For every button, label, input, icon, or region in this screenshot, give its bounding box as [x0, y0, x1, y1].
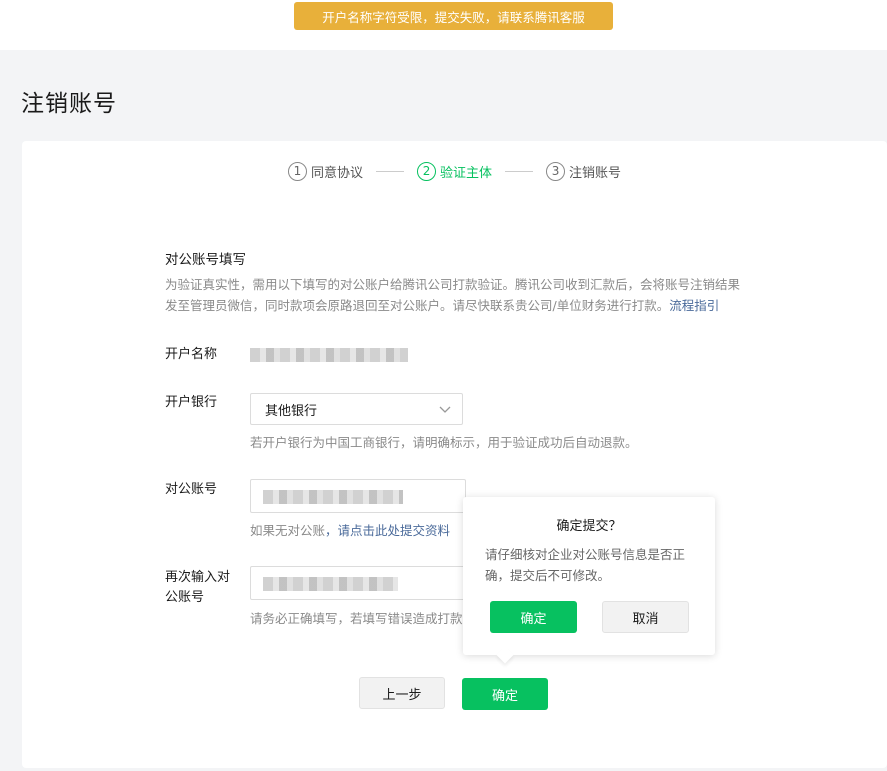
step-label: 验证主体: [440, 165, 493, 181]
account-number-label: 对公账号: [165, 482, 218, 497]
submit-materials-link[interactable]: ，请点击此处提交资料: [325, 523, 450, 538]
confirm-account-input[interactable]: [250, 566, 466, 600]
step-agree: 1 同意协议: [288, 161, 364, 181]
step-cancel-account: 3 注销账号: [546, 161, 622, 181]
step-label: 同意协议: [311, 165, 364, 181]
confirm-account-label: 再次输入对 公账号: [165, 568, 230, 608]
section-title: 对公账号填写: [165, 252, 246, 268]
confirm-account-label-line2: 公账号: [165, 590, 205, 605]
confirm-button[interactable]: 确定: [462, 678, 548, 710]
step-number: 2: [417, 161, 437, 181]
confirm-popover: 确定提交？ 请仔细核对企业对公账号信息是否正确，提交后不可修改。 确定 取消: [463, 497, 715, 664]
bank-select-value: 其他银行: [265, 403, 318, 419]
step-divider: [505, 170, 534, 172]
account-number-hint: 如果无对公账，请点击此处提交资料: [250, 520, 450, 539]
account-name-label: 开户名称: [165, 347, 218, 362]
step-divider: [376, 170, 405, 172]
error-toast-message: 开户名称字符受限，提交失败，请联系腾讯客服: [322, 9, 585, 25]
confirm-account-label-line1: 再次输入对: [165, 570, 231, 585]
step-number: 3: [546, 161, 566, 181]
top-bar: 开户名称字符受限，提交失败，请联系腾讯客服: [0, 0, 887, 50]
step-verify: 2 验证主体: [417, 161, 493, 181]
account-number-input[interactable]: [250, 479, 466, 513]
step-label: 注销账号: [569, 165, 622, 181]
bank-select[interactable]: 其他银行: [250, 393, 463, 425]
form-card: [22, 141, 887, 768]
confirm-account-hint: 请务必正确填写，若填写错误造成打款: [250, 611, 463, 626]
page-title: 注销账号: [21, 91, 117, 117]
popover-text: 请仔细核对企业对公账号信息是否正确，提交后不可修改。: [485, 547, 686, 583]
confirm-account-redacted: [263, 577, 398, 591]
error-toast: 开户名称字符受限，提交失败，请联系腾讯客服: [294, 2, 613, 30]
step-indicator: 1 同意协议 2 验证主体 3 注销账号: [288, 160, 621, 182]
popover-ok-button[interactable]: 确定: [490, 601, 577, 633]
description-text: 为验证真实性，需用以下填写的对公账户给腾讯公司打款验证。腾讯公司收到汇款后，会将…: [165, 277, 741, 313]
section-description: 为验证真实性，需用以下填写的对公账户给腾讯公司打款验证。腾讯公司收到汇款后，会将…: [165, 274, 740, 316]
account-number-hint-text: 如果无对公账: [250, 523, 326, 538]
chevron-down-icon: [439, 406, 451, 413]
popover-cancel-button[interactable]: 取消: [602, 601, 689, 633]
bank-hint: 若开户银行为中国工商银行，请明确标示，用于验证成功后自动退款。: [250, 435, 638, 450]
account-name-value-redacted: [250, 348, 408, 362]
popover-title: 确定提交？: [556, 519, 622, 534]
account-number-redacted: [263, 490, 403, 504]
bank-label: 开户银行: [165, 395, 218, 410]
step-number: 1: [288, 161, 307, 181]
process-guide-link[interactable]: 流程指引: [669, 298, 719, 313]
prev-step-button[interactable]: 上一步: [359, 677, 445, 709]
